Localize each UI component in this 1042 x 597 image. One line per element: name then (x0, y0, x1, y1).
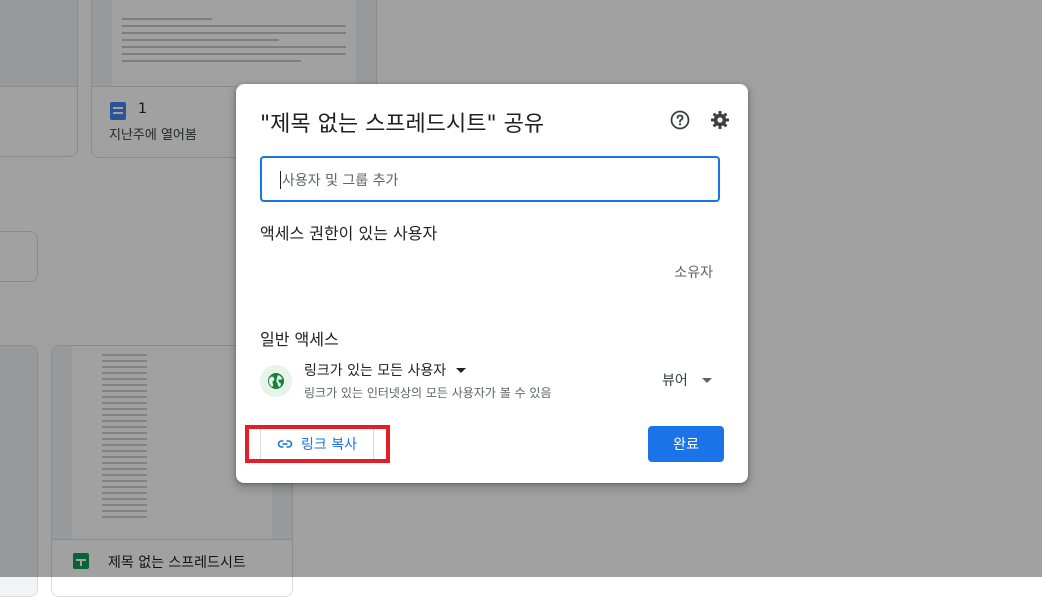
help-icon[interactable] (668, 108, 692, 132)
general-access-description: 링크가 있는 인터넷상의 모든 사용자가 볼 수 있음 (304, 386, 552, 400)
general-access-dropdown[interactable]: 링크가 있는 모든 사용자 (304, 360, 467, 380)
dropdown-arrow-icon (456, 367, 467, 373)
text-caret (280, 171, 281, 189)
share-dialog: "제목 없는 스프레드시트" 공유 액세스 권한 (236, 84, 748, 483)
dialog-title: "제목 없는 스프레드시트" 공유 (260, 112, 545, 137)
role-value: 뷰어 (662, 373, 688, 389)
general-access-heading: 일반 액세스 (260, 330, 339, 349)
gear-icon[interactable] (708, 108, 732, 132)
done-button[interactable]: 완료 (648, 426, 724, 462)
general-access-value: 링크가 있는 모든 사용자 (304, 363, 447, 379)
globe-icon (260, 365, 292, 397)
add-people-field[interactable] (260, 156, 720, 202)
dropdown-arrow-icon (701, 377, 712, 383)
add-people-input[interactable] (280, 168, 704, 194)
access-heading: 액세스 권한이 있는 사용자 (260, 224, 438, 243)
role-dropdown[interactable]: 뷰어 (662, 370, 712, 390)
owner-label: 소유자 (674, 265, 713, 281)
highlight-box (245, 425, 390, 463)
